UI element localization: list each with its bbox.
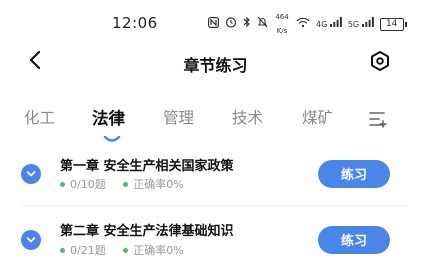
signal-bars-icon [329, 16, 342, 27]
mute-bell-icon [257, 16, 268, 32]
chapter-title[interactable]: 第二章 安全生产法律基础知识 [60, 220, 234, 239]
accuracy-dot-icon [123, 181, 129, 187]
accuracy-text: 正确率0% [133, 178, 184, 191]
page-title: 章节练习 [183, 56, 248, 75]
net-speed: 464 K/s [274, 10, 290, 38]
status-time: 12:06 [112, 14, 158, 32]
accuracy-dot-icon [123, 247, 129, 253]
practice-button[interactable]: 练习 [318, 160, 390, 188]
signal-4g: 4G [316, 16, 342, 32]
tab-law[interactable]: 法律 [92, 105, 125, 129]
chevron-down-icon[interactable] [21, 164, 41, 184]
tab-chemical[interactable]: 化工 [24, 106, 55, 128]
signal-bars-icon [361, 16, 374, 27]
chapter-row: 第一章 安全生产相关国家政策 0/10题 正确率0% 练习 [0, 150, 431, 210]
chapter-row: 第二章 安全生产法律基础知识 0/21题 正确率0% 练习 [0, 215, 431, 275]
header-bar: 章节练习 [0, 40, 431, 84]
status-icons: 464 K/s 4G 5G 14 [208, 13, 407, 35]
practice-button[interactable]: 练习 [318, 226, 390, 254]
bluetooth-icon [243, 16, 251, 32]
net-speed-unit: K/s [276, 27, 288, 35]
accuracy-stat: 正确率0% [123, 244, 184, 257]
chapter-meta: 0/21题 正确率0% [60, 242, 198, 258]
battery-indicator: 14 [379, 17, 407, 31]
accuracy-text: 正确率0% [133, 244, 184, 257]
signal-4g-label: 4G [316, 19, 328, 29]
active-tab-indicator [103, 128, 121, 142]
status-bar: 12:06 464 K/s 4G 5G 14 [0, 0, 431, 40]
nfc-icon [208, 16, 220, 32]
hexagon-settings-icon[interactable] [369, 50, 391, 72]
signal-5g-label: 5G [347, 19, 360, 29]
alarm-icon [225, 16, 237, 32]
accuracy-stat: 正确率0% [123, 178, 184, 191]
more-categories-icon[interactable] [369, 110, 389, 128]
progress-stat: 0/21题 [60, 244, 106, 257]
progress-text: 0/21题 [70, 244, 106, 257]
tab-coal-mine[interactable]: 煤矿 [302, 106, 333, 128]
progress-dot-icon [60, 181, 65, 187]
progress-stat: 0/10题 [60, 178, 106, 191]
tab-technology[interactable]: 技术 [232, 106, 263, 128]
progress-dot-icon [60, 247, 65, 253]
divider [22, 205, 408, 206]
chevron-down-icon[interactable] [21, 230, 41, 250]
chapter-meta: 0/10题 正确率0% [60, 176, 198, 192]
tab-management[interactable]: 管理 [163, 106, 194, 128]
wifi-icon [296, 17, 310, 32]
signal-5g: 5G [347, 16, 374, 32]
chapter-title[interactable]: 第一章 安全生产相关国家政策 [60, 155, 234, 174]
net-speed-value: 464 [275, 13, 289, 21]
progress-text: 0/10题 [70, 178, 106, 191]
category-tabs: 化工 法律 管理 技术 煤矿 [0, 100, 431, 142]
